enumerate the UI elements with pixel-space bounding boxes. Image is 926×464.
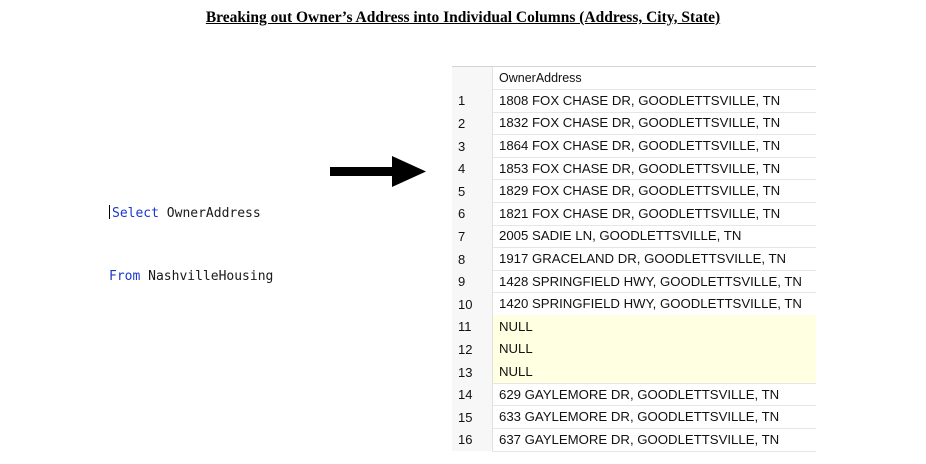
row-number[interactable]: 9 — [452, 270, 492, 293]
table-row[interactable]: 1 1808 FOX CHASE DR, GOODLETTSVILLE, TN — [452, 89, 816, 113]
table-row[interactable]: 7 2005 SADIE LN, GOODLETTSVILLE, TN — [452, 224, 816, 249]
table-row[interactable]: 14 629 GAYLEMORE DR, GOODLETTSVILLE, TN — [452, 382, 816, 407]
null-cell[interactable]: NULL — [492, 360, 816, 384]
sql-keyword-from: From — [109, 269, 141, 284]
table-row[interactable]: 15 633 GAYLEMORE DR, GOODLETTSVILLE, TN — [452, 405, 816, 429]
row-number[interactable]: 16 — [452, 428, 492, 452]
sql-line-2: From NashvilleHousing — [109, 266, 273, 287]
owner-address-cell[interactable]: 1864 FOX CHASE DR, GOODLETTSVILLE, TN — [492, 134, 816, 158]
results-header-row: OwnerAddress — [452, 66, 816, 91]
row-number[interactable]: 5 — [452, 179, 492, 203]
row-number[interactable]: 2 — [452, 112, 492, 135]
row-number[interactable]: 7 — [452, 225, 492, 248]
owner-address-cell[interactable]: 629 GAYLEMORE DR, GOODLETTSVILLE, TN — [492, 382, 816, 407]
sql-column-identifier: OwnerAddress — [158, 206, 261, 221]
sql-line-1: Select OwnerAddress — [109, 203, 273, 224]
table-row[interactable]: 4 1853 FOX CHASE DR, GOODLETTSVILLE, TN — [452, 156, 816, 181]
owner-address-cell[interactable]: 1853 FOX CHASE DR, GOODLETTSVILLE, TN — [492, 156, 816, 181]
row-number[interactable]: 13 — [452, 360, 492, 384]
right-arrow-icon — [330, 156, 426, 187]
table-row[interactable]: 8 1917 GRACELAND DR, GOODLETTSVILLE, TN — [452, 247, 816, 271]
owner-address-cell[interactable]: 1829 FOX CHASE DR, GOODLETTSVILLE, TN — [492, 179, 816, 204]
row-number[interactable]: 1 — [452, 89, 492, 113]
table-row[interactable]: 3 1864 FOX CHASE DR, GOODLETTSVILLE, TN — [452, 134, 816, 158]
owner-address-cell[interactable]: 1420 SPRINGFIELD HWY, GOODLETTSVILLE, TN — [492, 292, 816, 317]
table-row[interactable]: 5 1829 FOX CHASE DR, GOODLETTSVILLE, TN — [452, 179, 816, 204]
owner-address-cell[interactable]: 1917 GRACELAND DR, GOODLETTSVILLE, TN — [492, 247, 816, 271]
owner-address-cell[interactable]: 1428 SPRINGFIELD HWY, GOODLETTSVILLE, TN — [492, 269, 816, 294]
row-number[interactable]: 8 — [452, 247, 492, 271]
owner-address-cell[interactable]: 2005 SADIE LN, GOODLETTSVILLE, TN — [492, 224, 816, 249]
table-row[interactable]: 16 637 GAYLEMORE DR, GOODLETTSVILLE, TN — [452, 428, 816, 452]
table-row[interactable]: 9 1428 SPRINGFIELD HWY, GOODLETTSVILLE, T… — [452, 269, 816, 294]
table-row[interactable]: 2 1832 FOX CHASE DR, GOODLETTSVILLE, TN — [452, 111, 816, 136]
owner-address-cell[interactable]: 1832 FOX CHASE DR, GOODLETTSVILLE, TN — [492, 111, 816, 136]
row-number[interactable]: 11 — [452, 315, 492, 339]
text-cursor — [109, 205, 110, 219]
row-number[interactable]: 14 — [452, 383, 492, 406]
table-row[interactable]: 6 1821 FOX CHASE DR, GOODLETTSVILLE, TN — [452, 202, 816, 226]
table-row[interactable]: 11 NULL — [452, 315, 816, 339]
row-number[interactable]: 10 — [452, 292, 492, 316]
row-number[interactable]: 15 — [452, 405, 492, 429]
row-number[interactable]: 6 — [452, 202, 492, 226]
owner-address-cell[interactable]: 633 GAYLEMORE DR, GOODLETTSVILLE, TN — [492, 405, 816, 429]
sql-table-identifier: NashvilleHousing — [140, 269, 274, 284]
row-number[interactable]: 12 — [452, 338, 492, 361]
page-title: Breaking out Owner’s Address into Indivi… — [205, 9, 721, 26]
table-row[interactable]: 12 NULL — [452, 337, 816, 362]
null-cell[interactable]: NULL — [492, 337, 816, 362]
sql-query-editor[interactable]: Select OwnerAddress From NashvilleHousin… — [109, 161, 273, 308]
null-cell[interactable]: NULL — [492, 315, 816, 339]
results-grid[interactable]: OwnerAddress 1 1808 FOX CHASE DR, GOODLET… — [452, 66, 816, 452]
row-number[interactable]: 4 — [452, 157, 492, 180]
row-number[interactable]: 3 — [452, 134, 492, 158]
results-rows: 1 1808 FOX CHASE DR, GOODLETTSVILLE, TN 2 1… — [452, 89, 816, 452]
sql-keyword-select: Select — [112, 206, 159, 221]
row-header-corner[interactable] — [452, 67, 492, 90]
table-row[interactable]: 13 NULL — [452, 360, 816, 384]
owner-address-cell[interactable]: 1808 FOX CHASE DR, GOODLETTSVILLE, TN — [492, 89, 816, 113]
owner-address-cell[interactable]: 1821 FOX CHASE DR, GOODLETTSVILLE, TN — [492, 202, 816, 226]
column-header-owneraddress[interactable]: OwnerAddress — [492, 66, 816, 91]
owner-address-cell[interactable]: 637 GAYLEMORE DR, GOODLETTSVILLE, TN — [492, 428, 816, 452]
table-row[interactable]: 10 1420 SPRINGFIELD HWY, GOODLETTSVILLE, … — [452, 292, 816, 317]
